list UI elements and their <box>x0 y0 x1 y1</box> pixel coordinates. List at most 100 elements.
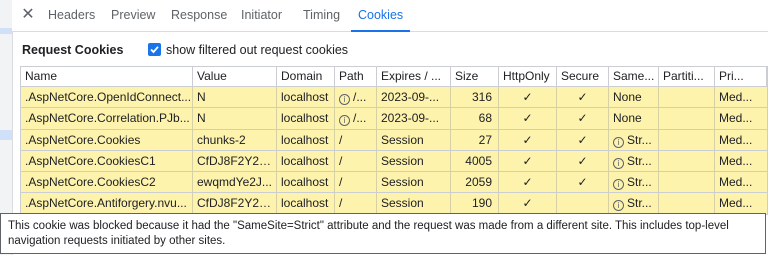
cell-expires: Session <box>377 129 451 150</box>
cell-size: 316 <box>451 87 499 108</box>
cell-expires-text: Session <box>381 196 424 211</box>
column-header-name[interactable]: Name <box>21 67 193 86</box>
tab-cookies[interactable]: Cookies <box>350 0 411 32</box>
section-title: Request Cookies <box>22 43 124 57</box>
cell-partition <box>659 129 715 150</box>
close-icon[interactable]: ✕ <box>20 6 36 24</box>
table-row[interactable]: .AspNetCore.Antiforgery.nvu... CfDJ8F2Y2K… <box>21 192 767 214</box>
cell-path: / <box>335 129 377 150</box>
column-header-expires[interactable]: Expires / ... <box>377 67 451 86</box>
cell-path-text: / <box>339 196 343 211</box>
cell-secure-text: ✓ <box>577 153 588 168</box>
column-header-secure[interactable]: Secure <box>557 67 609 86</box>
cell-secure: ✓ <box>557 129 609 150</box>
blocked-reason-tooltip: This cookie was blocked because it had t… <box>0 213 766 254</box>
cell-httponly: ✓ <box>499 193 557 214</box>
cell-name-text: .AspNetCore.Antiforgery.nvu... <box>25 196 187 211</box>
show-filtered-checkbox[interactable] <box>148 43 161 56</box>
show-filtered-label[interactable]: show filtered out request cookies <box>166 43 348 57</box>
cell-domain-text: localhost <box>281 153 329 168</box>
table-row[interactable]: .AspNetCore.Correlation.PJb... Nlocalhost… <box>21 107 767 129</box>
cell-domain: localhost <box>277 150 335 172</box>
cell-name-text: .AspNetCore.Correlation.PJb... <box>25 111 190 126</box>
column-header-priority[interactable]: Pri... <box>715 67 767 86</box>
cell-samesite-text: Str... <box>627 175 652 190</box>
cell-priority-text: Med... <box>719 196 753 211</box>
cell-path: / <box>335 150 377 172</box>
info-icon[interactable]: i <box>613 179 624 191</box>
cell-value: N <box>193 108 277 129</box>
cell-priority: Med... <box>715 87 767 107</box>
cell-httponly: ✓ <box>499 108 557 129</box>
info-icon[interactable]: i <box>613 157 624 169</box>
cell-samesite: i Str... <box>609 193 659 214</box>
cell-value: CfDJ8F2Y2K... <box>193 150 277 172</box>
table-row[interactable]: .AspNetCore.CookiesC1 CfDJ8F2Y2K... localh… <box>21 149 767 172</box>
info-icon[interactable]: i <box>339 115 350 127</box>
network-detail-tabbar: ✕ Headers Preview Response Initiator Tim… <box>12 0 768 32</box>
cell-priority: Med... <box>715 193 767 213</box>
cell-name: .AspNetCore.OpenIdConnect... <box>21 87 193 108</box>
tab-response[interactable]: Response <box>171 0 227 31</box>
cell-samesite: i Str... <box>609 172 659 193</box>
cell-expires-text: 2023-09-... <box>381 90 440 104</box>
cell-httponly: ✓ <box>499 87 557 108</box>
cell-size: 27 <box>451 129 499 150</box>
tab-preview[interactable]: Preview <box>111 0 155 31</box>
tab-initiator[interactable]: Initiator <box>241 0 282 31</box>
checkmark-icon <box>150 46 159 54</box>
cell-expires: 2023-09-... <box>377 87 451 108</box>
cell-name: .AspNetCore.CookiesC1 <box>21 150 193 172</box>
cell-name: .AspNetCore.Correlation.PJb... <box>21 108 193 129</box>
column-header-domain[interactable]: Domain <box>277 67 335 86</box>
cell-size: 2059 <box>451 172 499 193</box>
cell-secure: ✓ <box>557 87 609 108</box>
column-header-samesite[interactable]: Same... <box>609 67 659 86</box>
column-header-size[interactable]: Size <box>451 67 499 86</box>
info-icon[interactable]: i <box>339 94 350 105</box>
cell-name-text: .AspNetCore.CookiesC1 <box>25 153 156 168</box>
cell-expires-text: Session <box>381 153 424 168</box>
tab-timing[interactable]: Timing <box>303 0 340 31</box>
table-row[interactable]: .AspNetCore.Cookies chunks-2 localhost / Ses… <box>21 128 767 150</box>
cell-domain-text: localhost <box>281 175 329 190</box>
cell-path: i/... <box>335 87 377 108</box>
cell-domain-text: localhost <box>281 90 329 104</box>
cell-priority: Med... <box>715 108 767 128</box>
cell-samesite: None <box>609 87 659 108</box>
cell-value-text: CfDJ8F2Y2K... <box>197 153 277 168</box>
cell-httponly: ✓ <box>499 172 557 193</box>
cell-expires-text: 2023-09-... <box>381 111 440 126</box>
column-header-value[interactable]: Value <box>193 67 277 86</box>
cell-path-text: / <box>339 132 343 147</box>
table-row[interactable]: .AspNetCore.OpenIdConnect... Nlocalhost i /… <box>21 86 767 108</box>
cell-domain: localhost <box>277 108 335 129</box>
cell-size-text: 190 <box>471 196 492 211</box>
column-header-httponly[interactable]: HttpOnly <box>499 67 557 86</box>
cell-partition <box>659 172 715 193</box>
cell-priority-text: Med... <box>719 132 753 147</box>
table-row[interactable]: .AspNetCore.CookiesC2 ewqmdYe2J... localho… <box>21 171 767 193</box>
cell-name-text: .AspNetCore.CookiesC2 <box>25 175 156 190</box>
cell-size: 4005 <box>451 150 499 172</box>
cell-priority-text: Med... <box>719 175 753 190</box>
cookies-table: Name Value Domain Path Expires / ... Siz… <box>20 66 768 215</box>
cell-secure <box>557 193 609 214</box>
cell-secure: ✓ <box>557 150 609 172</box>
cell-httponly-text: ✓ <box>522 175 533 190</box>
cell-name-text: .AspNetCore.OpenIdConnect... <box>25 90 192 104</box>
column-header-path[interactable]: Path <box>335 67 377 86</box>
cell-path-text: /... <box>353 111 367 126</box>
cell-path: i/... <box>335 108 377 129</box>
info-icon[interactable]: i <box>613 136 624 148</box>
column-header-partition[interactable]: Partiti... <box>659 67 715 86</box>
cell-secure-text: ✓ <box>577 90 588 104</box>
cell-samesite-text: Str... <box>627 132 652 147</box>
cell-partition <box>659 87 715 108</box>
tab-headers[interactable]: Headers <box>48 0 95 31</box>
cell-domain: localhost <box>277 87 335 108</box>
cell-value-text: CfDJ8F2Y2K... <box>197 196 277 211</box>
cell-value-text: N <box>197 90 206 104</box>
info-icon[interactable]: i <box>613 200 624 212</box>
cell-priority: Med... <box>715 151 767 171</box>
